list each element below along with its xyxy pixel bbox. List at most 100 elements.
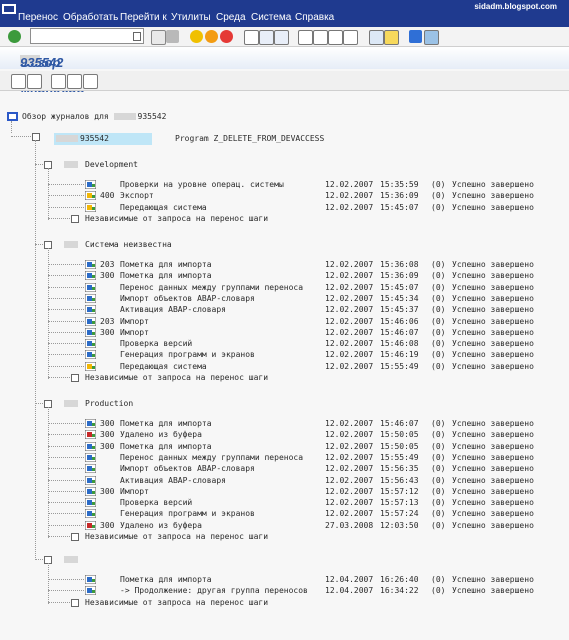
menu-goto[interactable]: Перейти к (120, 12, 167, 24)
expand-all-icon[interactable] (67, 74, 82, 89)
last-page-icon[interactable] (343, 30, 358, 45)
step-date: 12.02.2007 (325, 203, 374, 212)
first-page-icon[interactable] (298, 30, 313, 45)
find-next-icon[interactable] (274, 30, 289, 45)
step-icon[interactable] (84, 293, 97, 304)
step-return-code: (0) (431, 328, 446, 337)
step-icon[interactable] (84, 585, 97, 596)
back-arrow-icon[interactable] (151, 30, 166, 45)
step-status: Успешно завершено (452, 575, 534, 584)
step-return-code: (0) (431, 317, 446, 326)
layout-icon[interactable] (424, 30, 439, 45)
menu-utilities[interactable]: Утилиты (171, 12, 211, 24)
step-text: Пометка для импорта (120, 419, 212, 428)
system-name: Development (85, 160, 138, 169)
step-date: 12.02.2007 (325, 305, 374, 314)
collapse-icon[interactable] (83, 74, 98, 89)
independent-steps-expand-node[interactable] (71, 599, 79, 607)
step-date: 12.02.2007 (325, 487, 374, 496)
root-node-icon[interactable] (7, 112, 18, 121)
help-icon[interactable] (409, 30, 422, 43)
expand-icon[interactable] (27, 74, 42, 89)
step-text: Генерация программ и экранов (120, 350, 255, 359)
step-return-code: (0) (431, 191, 446, 200)
step-icon[interactable] (84, 316, 97, 327)
step-text: Импорт (120, 317, 149, 326)
independent-steps-expand-node[interactable] (71, 533, 79, 541)
step-icon[interactable] (84, 349, 97, 360)
request-expand-node[interactable] (32, 133, 40, 141)
step-time: 15:35:59 (380, 180, 419, 189)
step-icon[interactable] (84, 361, 97, 372)
menu-system[interactable]: Система (251, 12, 291, 24)
step-icon[interactable] (84, 520, 97, 531)
step-icon[interactable] (84, 327, 97, 338)
step-icon[interactable] (84, 190, 97, 201)
independent-steps-expand-node[interactable] (71, 374, 79, 382)
step-time: 15:46:08 (380, 339, 419, 348)
step-text: Импорт объектов ABAP-словаря (120, 464, 255, 473)
step-return-code: (0) (431, 283, 446, 292)
step-icon[interactable] (84, 259, 97, 270)
step-icon[interactable] (84, 270, 97, 281)
next-page-icon[interactable] (328, 30, 343, 45)
step-icon[interactable] (84, 202, 97, 213)
system-masked-id (64, 161, 78, 168)
step-date: 12.02.2007 (325, 283, 374, 292)
step-icon[interactable] (84, 574, 97, 585)
detail-icon[interactable] (51, 74, 66, 89)
step-icon[interactable] (84, 475, 97, 486)
step-return-code: (0) (431, 586, 446, 595)
step-return-code: (0) (431, 350, 446, 359)
step-return-code: (0) (431, 487, 446, 496)
step-icon[interactable] (84, 463, 97, 474)
step-return-code: (0) (431, 498, 446, 507)
find-icon[interactable] (259, 30, 274, 45)
step-status: Успешно завершено (452, 453, 534, 462)
new-session-icon[interactable] (369, 30, 384, 45)
menu-transfer[interactable]: Перенос (18, 12, 58, 24)
step-return-code: (0) (431, 476, 446, 485)
menu-environment[interactable]: Среда (216, 12, 246, 24)
step-icon[interactable] (84, 508, 97, 519)
step-icon[interactable] (84, 441, 97, 452)
step-status: Успешно завершено (452, 487, 534, 496)
enter-icon[interactable] (8, 30, 21, 43)
step-text: Импорт (120, 487, 149, 496)
independent-steps-expand-node[interactable] (71, 215, 79, 223)
step-text: Перенос данных между группами переноса (120, 283, 304, 292)
step-status: Успешно завершено (452, 362, 534, 371)
step-icon[interactable] (84, 338, 97, 349)
step-return-code: (0) (431, 430, 446, 439)
step-date: 12.02.2007 (325, 464, 374, 473)
exit-icon[interactable] (205, 30, 218, 43)
menu-help[interactable]: Справка (295, 12, 334, 24)
step-date: 12.02.2007 (325, 317, 374, 326)
step-icon[interactable] (84, 418, 97, 429)
shortcut-icon[interactable] (384, 30, 399, 45)
cancel-icon[interactable] (220, 30, 233, 43)
step-return-code: (0) (431, 575, 446, 584)
step-time: 16:26:40 (380, 575, 419, 584)
print-icon[interactable] (244, 30, 259, 45)
sap-logo-icon (1, 2, 17, 16)
step-icon[interactable] (84, 282, 97, 293)
command-field[interactable] (30, 28, 144, 44)
save-icon[interactable] (166, 30, 179, 43)
step-icon[interactable] (84, 429, 97, 440)
step-icon[interactable] (84, 304, 97, 315)
step-client: 300 (100, 521, 115, 530)
back-icon[interactable] (190, 30, 203, 43)
request-label[interactable]: 935542 (56, 134, 109, 144)
independent-steps-label: Независимые от запроса на перенос шаги (85, 214, 269, 223)
previous-page-icon[interactable] (313, 30, 328, 45)
step-icon[interactable] (84, 497, 97, 508)
step-icon[interactable] (84, 486, 97, 497)
independent-steps-label: Независимые от запроса на перенос шаги (85, 598, 269, 607)
refresh-icon[interactable] (11, 74, 26, 89)
menu-process[interactable]: Обработать (63, 12, 118, 24)
step-icon[interactable] (84, 179, 97, 190)
command-dropdown-icon[interactable] (133, 32, 141, 41)
step-status: Успешно завершено (452, 328, 534, 337)
step-icon[interactable] (84, 452, 97, 463)
